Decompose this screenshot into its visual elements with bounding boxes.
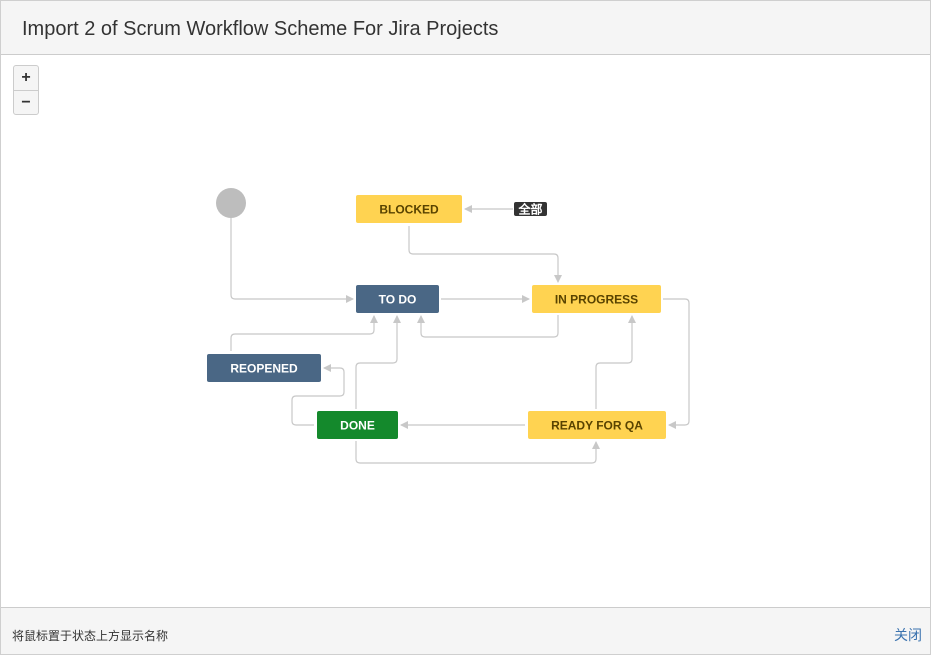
transition-ready-for-qa-to-in-progress [595,315,636,409]
status-reopened[interactable]: REOPENED [207,354,321,382]
status-ready-for-qa[interactable]: READY FOR QA [528,411,666,439]
transition-in-progress-to-todo [417,315,559,338]
close-link[interactable]: 关闭 [894,625,922,645]
status-todo[interactable]: TO DO [356,285,439,313]
status-label-in-progress: IN PROGRESS [555,293,638,307]
status-label-reopened: REOPENED [230,362,298,376]
start-node [216,188,246,218]
transition-done-to-todo [355,315,401,409]
workflow-diagram: 全部 BLOCKED TO DO IN PROGRESS REOPENED DO… [207,188,690,464]
transition-start-to-todo [230,217,354,303]
status-label-done: DONE [340,419,375,433]
transition-blocked-to-in-progress [408,226,562,283]
status-in-progress[interactable]: IN PROGRESS [532,285,661,313]
footer-hint: 将鼠标置于状态上方显示名称 [12,629,169,643]
status-done[interactable]: DONE [317,411,398,439]
status-blocked[interactable]: BLOCKED [356,195,462,223]
all-transitions-badge: 全部 [514,202,547,217]
dialog-footer: 将鼠标置于状态上方显示名称 关闭 [1,607,930,654]
workflow-dialog: Import 2 of Scrum Workflow Scheme For Ji… [0,0,931,655]
transition-in-progress-to-ready-for-qa [663,298,690,429]
transition-reopened-to-todo [230,315,378,351]
status-label-blocked: BLOCKED [379,203,439,217]
status-label-ready-for-qa: READY FOR QA [551,419,643,433]
status-label-todo: TO DO [379,293,417,307]
all-badge-label: 全部 [517,202,542,217]
transition-done-to-ready-for-qa [355,441,600,464]
